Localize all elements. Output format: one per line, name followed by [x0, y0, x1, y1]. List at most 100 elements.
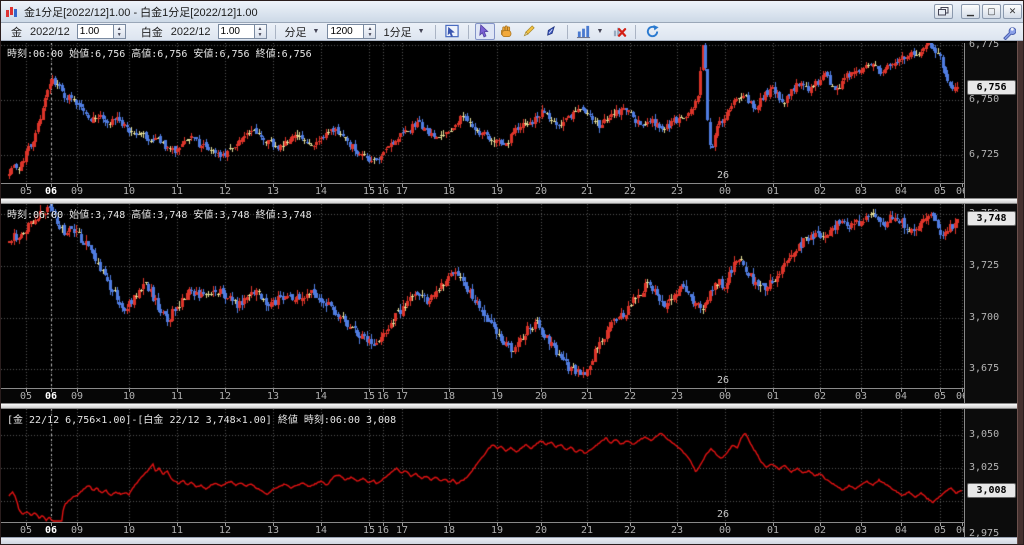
toolbar-separator: [468, 25, 469, 39]
chart-pointer-button[interactable]: [442, 23, 462, 40]
y-tick-label: 3,700: [969, 312, 999, 323]
refresh-icon: [645, 24, 660, 39]
x-tick-label: 00: [719, 391, 731, 402]
x-tick-label: 03: [855, 391, 867, 402]
x-tick-label: 05: [20, 391, 32, 402]
platinum-last-price-box: 3,748: [967, 211, 1016, 226]
gold-contract-label: 2022/12: [30, 26, 70, 38]
close-button[interactable]: ✕: [1003, 4, 1022, 19]
x-tick-label: 21: [581, 391, 593, 402]
chart-panel-spread: [金 22/12 6,756×1.00]-[白金 22/12 3,748×1.0…: [1, 409, 1017, 537]
x-tick-label: 23: [671, 391, 683, 402]
select-tool-button[interactable]: [475, 23, 495, 40]
window-titlebar: 金1分足[2022/12]1.00 - 白金1分足[2022/12]1.00 ▁…: [1, 1, 1024, 23]
toolbar: 金 2022/12 ▲▼ 白金 2022/12 ▲▼ 分足 ▼ ▲▼ 1分足 ▼: [1, 23, 1024, 41]
window-title: 金1分足[2022/12]1.00 - 白金1分足[2022/12]1.00: [24, 4, 258, 20]
overlap-windows-button[interactable]: [934, 4, 953, 19]
x-tick-label: 15: [363, 525, 375, 536]
x-tick-label: 14: [315, 391, 327, 402]
x-tick-label: 20: [535, 391, 547, 402]
gold-multiplier-spinbox: ▲▼: [77, 24, 126, 39]
settings-wrench-button[interactable]: [998, 24, 1018, 41]
hand-icon: [499, 24, 514, 39]
bar-type-dropdown[interactable]: 分足: [285, 24, 307, 40]
interval-dropdown-arrow[interactable]: ▼: [418, 28, 425, 35]
platinum-multiplier-input[interactable]: [218, 24, 254, 39]
platinum-time-axis[interactable]: 0506091011121314151617181920212223000102…: [1, 388, 964, 403]
pencil-tool-button[interactable]: [519, 23, 539, 40]
pen-tool-button[interactable]: [541, 23, 561, 40]
spread-time-axis[interactable]: 0506091011121314151617181920212223000102…: [1, 522, 964, 537]
chart-panel-gold: 時刻:06:00 始値:6,756 高値:6,756 安値:6,756 終値:6…: [1, 43, 1017, 198]
delete-chart-icon: [612, 24, 627, 39]
maximize-button[interactable]: ▢: [982, 4, 1001, 19]
delete-drawing-button[interactable]: [609, 23, 629, 40]
x-tick-label: 11: [171, 391, 183, 402]
minimize-button[interactable]: ▁: [961, 4, 980, 19]
gold-symbol-label: 金: [11, 24, 22, 40]
platinum-price-axis[interactable]: 3,6753,7003,7253,750 3,748: [964, 204, 1017, 403]
chart-window: 金1分足[2022/12]1.00 - 白金1分足[2022/12]1.00 ▁…: [0, 0, 1024, 545]
x-tick-label: 10: [123, 525, 135, 536]
x-tick-label: 14: [315, 525, 327, 536]
gold-time-axis[interactable]: 0506091011121314151617181920212223000102…: [1, 183, 964, 198]
x-tick-label: 21: [581, 186, 593, 197]
x-tick-label: 02: [814, 525, 826, 536]
platinum-ohlc-readout: 時刻:06:00 始値:3,748 高値:3,748 安値:3,748 終値:3…: [7, 206, 312, 221]
toolbar-separator: [635, 25, 636, 39]
gold-price-axis[interactable]: 6,7256,7506,775 6,756: [964, 43, 1017, 198]
chart-style-dropdown-arrow[interactable]: ▼: [597, 28, 604, 35]
pen-icon: [543, 24, 558, 39]
x-tick-label: 05: [20, 525, 32, 536]
x-tick-label: 04: [895, 391, 907, 402]
x-tick-label: 09: [71, 525, 83, 536]
spread-last-price-box: 3,008: [967, 483, 1016, 498]
interval-dropdown[interactable]: 1分足: [383, 24, 411, 40]
toolbar-separator: [435, 25, 436, 39]
bar-type-dropdown-arrow[interactable]: ▼: [313, 28, 320, 35]
gold-chart-canvas[interactable]: [1, 43, 964, 183]
x-tick-label: 06: [45, 391, 57, 402]
x-tick-label: 12: [219, 391, 231, 402]
gold-multiplier-input[interactable]: [77, 24, 113, 39]
x-tick-label: 19: [491, 186, 503, 197]
platinum-multiplier-spinbox: ▲▼: [218, 24, 267, 39]
x-tick-label: 09: [71, 391, 83, 402]
bar-count-input[interactable]: [327, 24, 363, 39]
pan-tool-button[interactable]: [497, 23, 517, 40]
spread-formula-readout: [金 22/12 6,756×1.00]-[白金 22/12 3,748×1.0…: [7, 411, 396, 426]
platinum-multiplier-spinner[interactable]: ▲▼: [254, 24, 267, 39]
platinum-chart-canvas[interactable]: [1, 204, 964, 388]
chart-style-button[interactable]: [574, 23, 594, 40]
gold-multiplier-spinner[interactable]: ▲▼: [113, 24, 126, 39]
x-tick-label: 20: [535, 525, 547, 536]
select-arrow-icon: [477, 24, 492, 39]
y-tick-label: 3,025: [969, 462, 999, 473]
x-tick-label: 04: [895, 525, 907, 536]
x-tick-label: 20: [535, 186, 547, 197]
y-tick-label: 6,725: [969, 149, 999, 160]
platinum-contract-label: 2022/12: [171, 26, 211, 38]
spread-price-axis[interactable]: 2,9753,0253,050 3,008: [964, 409, 1017, 537]
x-tick-label: 05: [20, 186, 32, 197]
x-tick-label: 23: [671, 525, 683, 536]
refresh-button[interactable]: [642, 23, 662, 40]
x-tick-label: 16: [377, 391, 389, 402]
bar-count-spinner[interactable]: ▲▼: [363, 24, 376, 39]
x-tick-label: 17: [396, 391, 408, 402]
x-tick-label: 05: [934, 391, 946, 402]
gold-last-price-box: 6,756: [967, 80, 1016, 95]
x-tick-label: 15: [363, 186, 375, 197]
x-tick-label: 16: [377, 525, 389, 536]
gold-ohlc-readout: 時刻:06:00 始値:6,756 高値:6,756 安値:6,756 終値:6…: [7, 45, 312, 60]
x-tick-label: 03: [855, 525, 867, 536]
x-tick-label: 13: [267, 391, 279, 402]
x-tick-label: 10: [123, 391, 135, 402]
x-tick-label: 22: [624, 391, 636, 402]
x-tick-label: 02: [814, 391, 826, 402]
platinum-symbol-label: 白金: [141, 24, 163, 40]
x-tick-label: 12: [219, 525, 231, 536]
y-tick-label: 3,050: [969, 429, 999, 440]
y-tick-label: 3,675: [969, 363, 999, 374]
x-tick-label: 05: [934, 186, 946, 197]
